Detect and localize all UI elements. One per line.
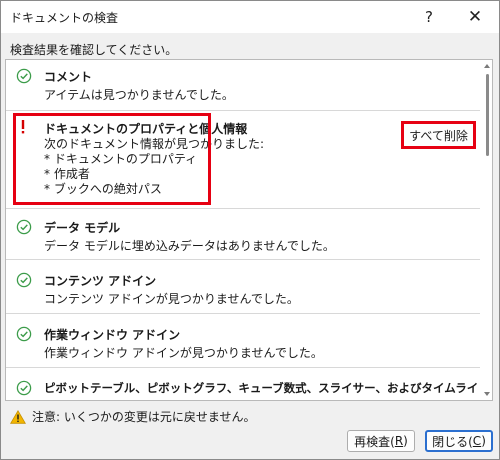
- result-title: 作業ウィンドウ アドイン: [44, 328, 181, 342]
- check-circle-icon: [16, 219, 32, 235]
- title-bar: ドキュメントの検査 ? ✕: [1, 1, 499, 33]
- result-item-taskpane-addins: 作業ウィンドウ アドイン 作業ウィンドウ アドインが見つかりませんでした。: [6, 314, 480, 368]
- result-item-pivot: ピボットテーブル、ピボットグラフ、キューブ数式、スライサー、およびタイムライ: [6, 368, 480, 400]
- close-accesskey: C: [472, 434, 482, 448]
- close-window-button[interactable]: ✕: [453, 1, 497, 33]
- vertical-scrollbar[interactable]: [482, 60, 492, 400]
- highlight-frame: [13, 113, 211, 205]
- remove-all-button[interactable]: すべて削除: [401, 121, 476, 149]
- reinspect-paren: ): [403, 434, 408, 448]
- close-paren: ): [481, 434, 486, 448]
- warning-note: 注意: いくつかの変更は元に戻せません。: [10, 408, 256, 425]
- close-button[interactable]: 閉じる(C): [425, 430, 493, 452]
- result-description: コンテンツ アドインが見つかりませんでした。: [44, 292, 299, 306]
- reinspect-accesskey: R: [394, 434, 404, 448]
- check-circle-icon: [16, 68, 32, 84]
- reinspect-button[interactable]: 再検査(R): [347, 430, 415, 452]
- result-item-data-model: データ モデル データ モデルに埋め込みデータはありませんでした。: [6, 209, 480, 260]
- result-title: コンテンツ アドイン: [44, 274, 157, 288]
- result-description: データ モデルに埋め込みデータはありませんでした。: [44, 239, 335, 253]
- result-description: 作業ウィンドウ アドインが見つかりませんでした。: [44, 346, 323, 360]
- result-title: コメント: [44, 70, 93, 84]
- dialog-title: ドキュメントの検査: [10, 11, 119, 25]
- warning-text: 注意: いくつかの変更は元に戻せません。: [32, 410, 256, 424]
- scroll-up-icon[interactable]: [484, 64, 490, 68]
- remove-all-label: すべて削除: [409, 128, 468, 143]
- close-label: 閉じる(: [432, 434, 473, 449]
- result-title: ピボットテーブル、ピボットグラフ、キューブ数式、スライサー、およびタイムライ: [44, 381, 479, 395]
- result-description: アイテムは見つかりませんでした。: [44, 88, 234, 102]
- reinspect-label: 再検査(: [354, 434, 395, 449]
- help-button[interactable]: ?: [407, 1, 451, 33]
- warning-icon: [10, 409, 26, 424]
- scroll-thumb[interactable]: [486, 74, 489, 156]
- check-circle-icon: [16, 380, 32, 396]
- result-item-comments: コメント アイテムは見つかりませんでした。: [6, 60, 480, 111]
- instruction-text: 検査結果を確認してください。: [10, 43, 178, 57]
- check-circle-icon: [16, 272, 32, 288]
- result-item-content-addins: コンテンツ アドイン コンテンツ アドインが見つかりませんでした。: [6, 260, 480, 314]
- check-circle-icon: [16, 326, 32, 342]
- document-inspector-dialog: ドキュメントの検査 ? ✕ 検査結果を確認してください。 コメント アイテムは見…: [0, 0, 500, 460]
- results-list: コメント アイテムは見つかりませんでした。 ドキュメントのプロパティと個人情報 …: [5, 59, 493, 401]
- scroll-down-icon[interactable]: [484, 392, 490, 396]
- result-title: データ モデル: [44, 221, 121, 235]
